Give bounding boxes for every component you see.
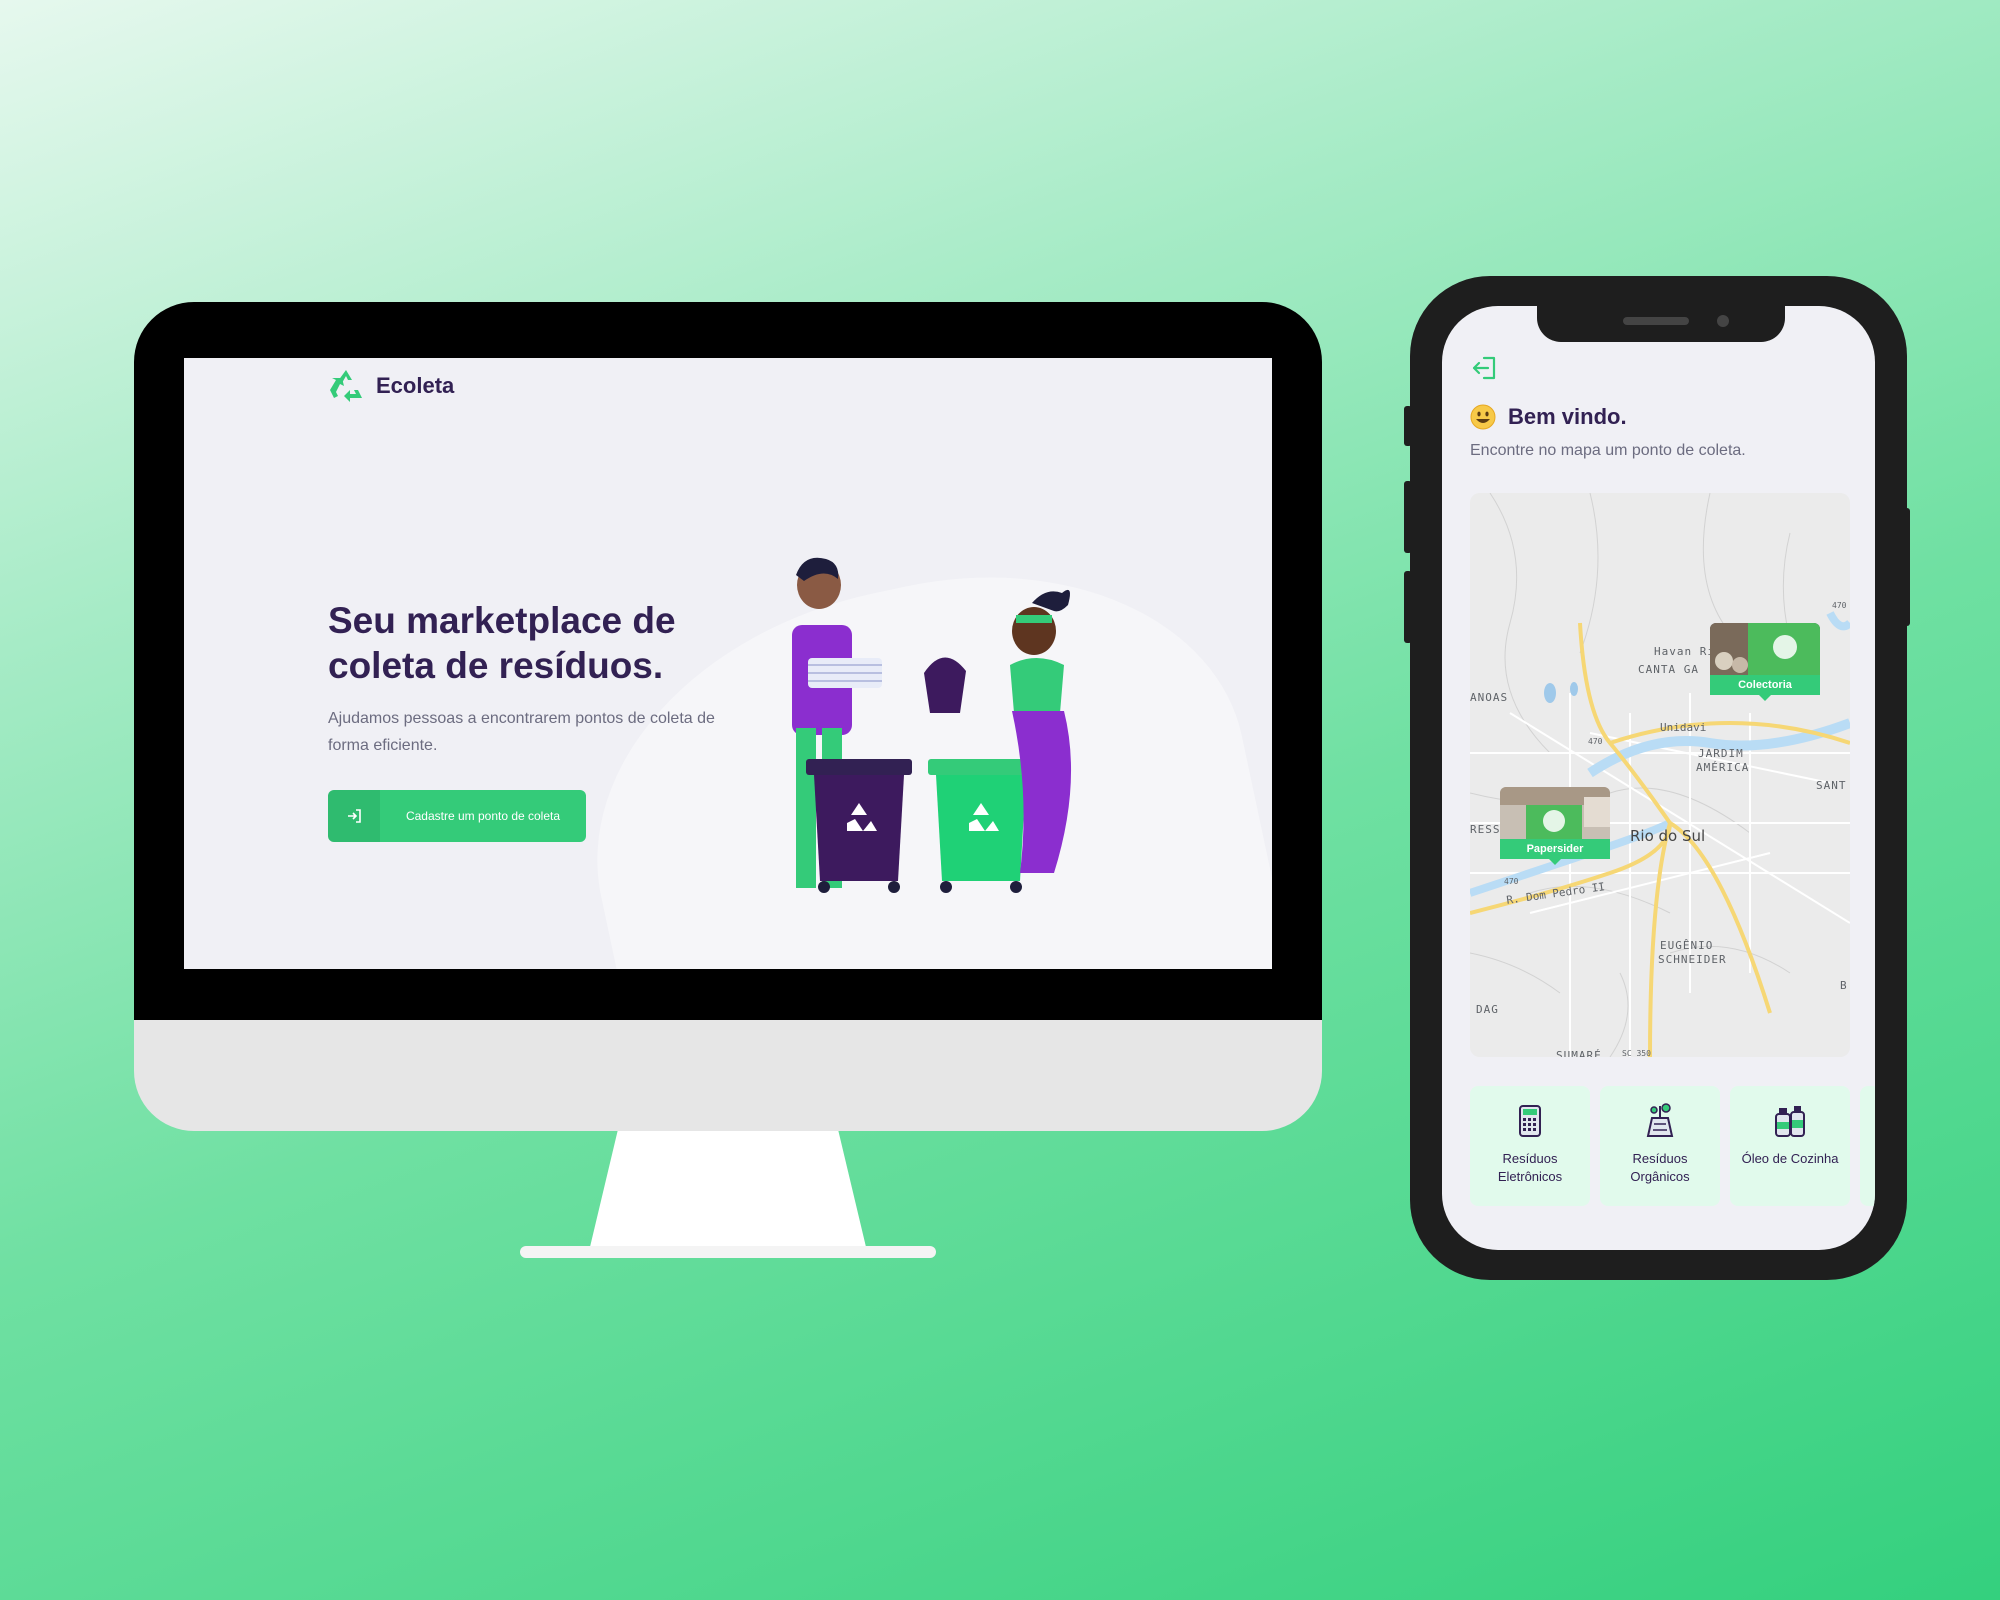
map-label: RESS <box>1470 823 1501 836</box>
mobile-phone: Bem vindo. Encontre no mapa um ponto de … <box>1404 276 1910 1280</box>
map-label: ANOAS <box>1470 691 1509 704</box>
register-point-button[interactable]: Cadastre um ponto de coleta <box>328 790 586 842</box>
road-shield: SC 350 <box>1622 1049 1651 1057</box>
power-button <box>1902 508 1910 626</box>
desktop-screen: Ecoleta Seu marketplace de coleta de res… <box>184 358 1272 969</box>
speaker-grille <box>1623 317 1689 325</box>
hero-title: Seu marketplace de coleta de resíduos. <box>328 600 676 686</box>
map-label: DAG <box>1476 1003 1499 1016</box>
item-label: Óleo de Cozinha <box>1741 1151 1839 1166</box>
road-shield: 470 <box>1832 601 1847 610</box>
hero-description: Ajudamos pessoas a encontrarem pontos de… <box>328 710 715 754</box>
phone-notch <box>1537 306 1785 342</box>
map-label: SANT <box>1816 779 1847 792</box>
monitor-bezel: Ecoleta Seu marketplace de coleta de res… <box>134 302 1322 1020</box>
monitor-chin <box>134 1020 1322 1131</box>
item-cooking-oil[interactable]: Óleo de Cozinha <box>1730 1086 1850 1206</box>
monitor-stand <box>590 1131 866 1247</box>
map-label: Havan Ri <box>1654 645 1715 658</box>
logout-icon[interactable] <box>1470 354 1498 382</box>
monitor-base <box>520 1246 936 1258</box>
battery-icon <box>1519 1105 1541 1137</box>
map-label: AMÉRICA <box>1696 761 1750 774</box>
map-label: Unidavi <box>1660 721 1707 734</box>
map-label: B <box>1840 979 1848 992</box>
oil-bottle-icon <box>1775 1106 1805 1137</box>
map-label: EUGÊNIO <box>1660 939 1714 952</box>
register-point-label: Cadastre um ponto de coleta <box>405 809 561 823</box>
desktop-monitor: Ecoleta Seu marketplace de coleta de res… <box>134 302 1322 1258</box>
marker-label: Colectoria <box>1710 675 1820 695</box>
map-marker-colectoria[interactable]: Colectoria <box>1710 623 1820 701</box>
item-label: Resíduos Orgânicos <box>1630 1151 1690 1184</box>
marker-photo <box>1500 787 1610 839</box>
welcome-title: Bem vindo. <box>1508 404 1627 429</box>
volume-down-button <box>1404 571 1412 643</box>
front-camera <box>1717 315 1729 327</box>
recycle-icon <box>330 370 362 402</box>
waste-items-list: Resíduos Eletrônicos Resíduos Orgânicos <box>1470 1086 1875 1206</box>
item-organic-waste[interactable]: Resíduos Orgânicos <box>1600 1086 1720 1206</box>
smiley-emoji-icon <box>1470 404 1496 430</box>
map-label: JARDIM <box>1698 747 1744 760</box>
volume-up-button <box>1404 481 1412 553</box>
collection-points-map[interactable]: Havan Ri CANTA GA ANOAS Unidavi JARDIM A… <box>1470 493 1850 1057</box>
map-label: CANTA GA <box>1638 663 1699 676</box>
ecoleta-logo[interactable]: Ecoleta <box>328 368 454 404</box>
logo-text: Ecoleta <box>376 373 455 398</box>
item-electronic-waste[interactable]: Resíduos Eletrônicos <box>1470 1086 1590 1206</box>
road-shield: 470 <box>1504 877 1519 886</box>
city-label: Rio do Sul <box>1630 827 1706 845</box>
compost-icon <box>1646 1103 1674 1137</box>
mobile-screen: Bem vindo. Encontre no mapa um ponto de … <box>1442 306 1875 1250</box>
road-shield: 470 <box>1588 737 1603 746</box>
map-label: SUMARÉ <box>1556 1049 1602 1057</box>
marker-pointer <box>1549 859 1561 865</box>
marker-label: Papersider <box>1500 839 1610 859</box>
welcome-header: Bem vindo. <box>1470 404 1627 430</box>
phone-side-button <box>1404 406 1412 446</box>
welcome-subtitle: Encontre no mapa um ponto de coleta. <box>1470 442 1746 459</box>
map-marker-papersider[interactable]: Papersider <box>1500 787 1610 865</box>
marker-pointer <box>1759 695 1771 701</box>
item-partially-visible[interactable] <box>1860 1086 1875 1206</box>
item-label: Resíduos Eletrônicos <box>1497 1151 1563 1184</box>
map-label: SCHNEIDER <box>1658 953 1727 966</box>
marker-photo <box>1710 623 1820 675</box>
map-roads <box>1470 493 1850 1057</box>
login-arrow-icon <box>328 790 380 842</box>
recycling-people-illustration <box>792 557 1072 893</box>
